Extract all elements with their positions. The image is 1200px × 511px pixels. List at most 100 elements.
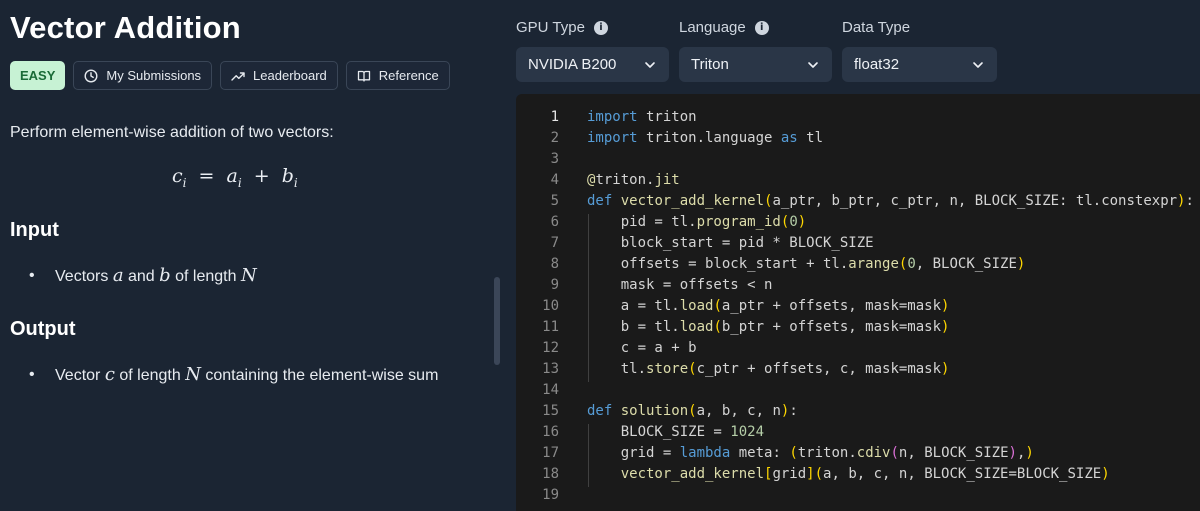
code-text: b = tl.load(b_ptr + offsets, mask=mask) [587,319,950,335]
line-number: 18 [542,466,559,482]
output-math-n: N [185,364,201,385]
formula-lhs-sub: i [182,175,187,190]
input-math-a: a [112,265,124,286]
output-text-3: containing the element-wise sum [200,367,439,384]
line-number: 6 [550,214,559,230]
input-math-n: N [240,265,257,286]
gpu-type-label: GPU Type i [516,19,608,36]
code-text: def vector_add_kernel(a_ptr, b_ptr, c_pt… [587,193,1194,209]
language-select[interactable]: Triton [679,47,832,82]
line-number: 8 [550,256,559,272]
code-text: a = tl.load(a_ptr + offsets, mask=mask) [587,298,950,314]
chevron-down-icon [808,61,818,68]
line-number: 11 [542,319,559,335]
code-line[interactable]: 11 b = tl.load(b_ptr + offsets, mask=mas… [516,319,1200,340]
problem-description: Perform element-wise addition of two vec… [10,124,334,141]
code-line[interactable]: 4 @triton.jit [516,172,1200,193]
code-line[interactable]: 10 a = tl.load(a_ptr + offsets, mask=mas… [516,298,1200,319]
line-number: 2 [550,130,559,146]
code-text: def solution(a, b, c, n): [587,403,798,419]
code-text: @triton.jit [587,172,680,188]
reference-button[interactable]: Reference [345,61,450,90]
output-math-c: c [104,364,115,385]
formula-plus: + [253,165,270,187]
output-bullet-text: Vector c of length N containing the elem… [55,361,475,390]
code-line[interactable]: 2 import triton.language as tl [516,130,1200,151]
code-text: BLOCK_SIZE = 1024 [587,424,765,440]
code-line[interactable]: 3 [516,151,1200,172]
code-line[interactable]: 5 def vector_add_kernel(a_ptr, b_ptr, c_p… [516,193,1200,214]
formula-b-sub: i [293,175,298,190]
data-type-select[interactable]: float32 [842,47,997,82]
line-number: 5 [550,193,559,209]
line-number: 7 [550,235,559,251]
code-text: block_start = pid * BLOCK_SIZE [587,235,874,251]
output-text-1: Vector [55,367,105,384]
reference-label: Reference [378,68,439,83]
code-text: offsets = block_start + tl.arange(0, BLO… [587,256,1026,272]
book-icon [357,70,370,82]
difficulty-badge: EASY [10,61,66,90]
code-text: vector_add_kernel[grid](a, b, c, n, BLOC… [620,466,1110,482]
my-submissions-button[interactable]: My Submissions [73,61,213,90]
code-line[interactable]: 6 pid = tl.program_id(0) [516,214,1200,235]
code-line[interactable]: 7 block_start = pid * BLOCK_SIZE [516,235,1200,256]
code-line[interactable]: 16 BLOCK_SIZE = 1024 [516,424,1200,445]
input-text-2: and [123,268,160,285]
code-line[interactable]: 9 mask = offsets < n [516,277,1200,298]
input-math-b: b [159,265,171,286]
code-line[interactable]: 1 import triton [516,109,1200,130]
data-type-label: Data Type [842,19,910,36]
language-label-text: Language [679,19,746,36]
code-line[interactable]: 14 [516,382,1200,403]
line-number: 1 [550,109,559,125]
problem-panel: Vector Addition EASY My Submissions Lead… [0,0,505,511]
input-text-1: Vectors [55,268,113,285]
data-type-value: float32 [854,56,900,73]
formula-equals: = [198,165,215,187]
my-submissions-label: My Submissions [106,68,202,83]
line-number: 15 [542,403,559,419]
code-line[interactable]: 12 c = a + b [516,340,1200,361]
code-editor[interactable]: 1 import triton 2 import triton.language as… [516,94,1200,511]
code-line[interactable]: 19 [516,487,1200,508]
formula-a-sub: i [237,175,242,190]
problem-actions: EASY My Submissions Leaderboard Referenc… [10,61,450,90]
line-number: 19 [542,487,559,503]
code-line[interactable]: 15 def solution(a, b, c, n): [516,403,1200,424]
gpu-type-value: NVIDIA B200 [528,56,617,73]
info-icon[interactable]: i [754,20,769,35]
code-line[interactable]: 13 tl.store(c_ptr + offsets, c, mask=mas… [516,361,1200,382]
code-line[interactable]: 8 offsets = block_start + tl.arange(0, B… [516,256,1200,277]
line-number: 10 [542,298,559,314]
code-line[interactable]: 17 grid = lambda meta: (triton.cdiv(n, B… [516,445,1200,466]
problem-scrollbar[interactable] [494,277,500,365]
line-number: 3 [550,151,559,167]
line-number: 14 [542,382,559,398]
clock-icon [84,68,98,83]
code-text: grid = lambda meta: (triton.cdiv(n, BLOC… [587,445,1034,461]
trending-up-icon [231,71,245,81]
line-number: 16 [542,424,559,440]
leaderboard-button[interactable]: Leaderboard [220,61,338,90]
language-label: Language i [679,19,769,36]
input-text-3: of length [170,268,241,285]
code-line[interactable]: 18 vector_add_kernel[grid](a, b, c, n, B… [516,466,1200,487]
line-number: 9 [550,277,559,293]
line-number: 12 [542,340,559,356]
code-text: pid = tl.program_id(0) [587,214,807,230]
problem-title: Vector Addition [10,10,241,45]
gpu-type-label-text: GPU Type [516,19,585,36]
input-heading: Input [10,219,59,241]
indent-guide [588,214,589,382]
leaderboard-label: Leaderboard [253,68,327,83]
language-value: Triton [691,56,729,73]
line-number: 17 [542,445,559,461]
output-heading: Output [10,318,76,340]
code-text: import triton.language as tl [587,130,824,146]
formula-a: a [226,165,238,187]
line-number: 13 [542,361,559,377]
gpu-type-select[interactable]: NVIDIA B200 [516,47,669,82]
info-icon[interactable]: i [593,20,608,35]
code-text: tl.store(c_ptr + offsets, c, mask=mask) [587,361,950,377]
